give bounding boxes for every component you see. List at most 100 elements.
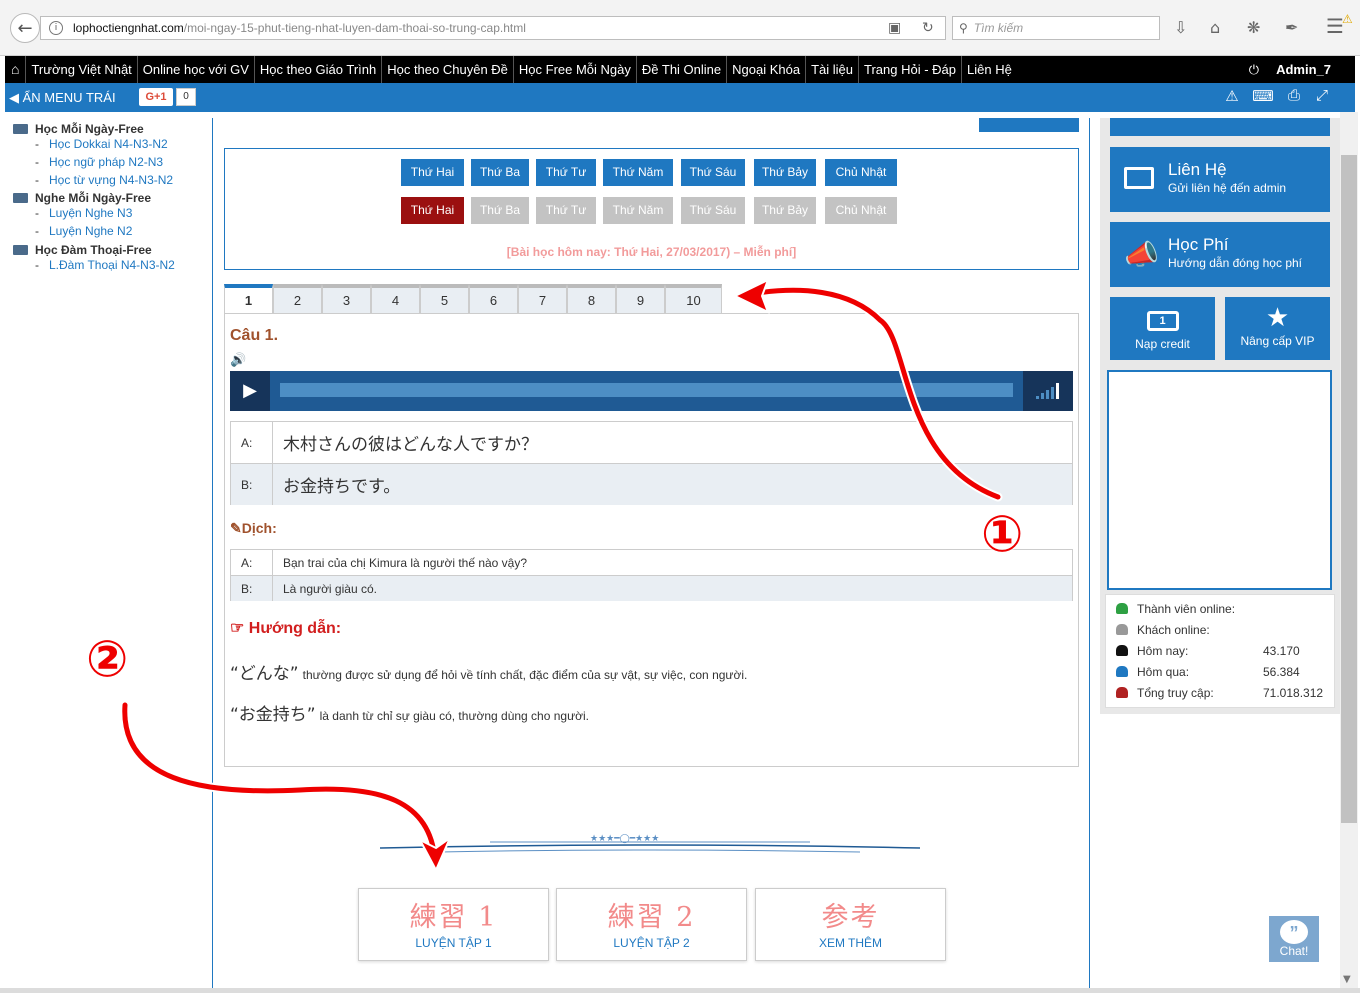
folder-icon <box>13 245 28 255</box>
gplus-count: 0 <box>176 88 196 106</box>
reload-icon[interactable]: ↻ <box>922 20 934 36</box>
tab-2[interactable]: 2 <box>273 284 322 314</box>
speaker-label: B: <box>231 464 273 505</box>
browser-toolbar: ← i lophoctiengnhat.com/moi-ngay-15-phut… <box>0 0 1360 56</box>
audio-progress-bar[interactable] <box>280 383 1013 397</box>
info-icon[interactable]: i <box>49 21 63 35</box>
day-button-row1-1[interactable]: Thứ Hai <box>401 159 464 186</box>
nav-item-de-thi-online[interactable]: Đề Thi Online <box>637 56 728 83</box>
menu-section-hoc-moi-ngay[interactable]: Học Mỗi Ngày-Free <box>13 122 144 136</box>
reference-button[interactable]: 参考 XEM THÊM <box>755 888 946 961</box>
keyboard-icon[interactable]: ⌨ <box>1252 87 1274 107</box>
tab-6[interactable]: 6 <box>469 284 518 314</box>
menu-item-luyen-nghe-n3[interactable]: - Luyện Nghe N3 <box>35 206 132 220</box>
menu-section-hoc-dam-thoai[interactable]: Học Đàm Thoại-Free <box>13 243 152 257</box>
warning-icon[interactable]: ⚠ <box>1221 87 1243 107</box>
day-button-row2-1[interactable]: Thứ Hai <box>401 197 464 224</box>
visitor-stats: Thành viên online: Khách online: Hôm nay… <box>1105 594 1335 708</box>
practice-2-button[interactable]: 練習 2 LUYỆN TẬP 2 <box>556 888 747 961</box>
dialogue-row: A: 木村さんの彼はどんな人ですか？ <box>231 422 1072 464</box>
upgrade-vip-button[interactable]: ★ Nâng cấp VIP <box>1225 297 1330 360</box>
nap-credit-button[interactable]: 1 Nạp credit <box>1110 297 1215 360</box>
edit-icon: ✎ <box>230 520 242 536</box>
nav-item-hoc-theo-chuyen-de[interactable]: Học theo Chuyên Đề <box>382 56 514 83</box>
nav-item-ngoai-khoa[interactable]: Ngoại Khóa <box>727 56 807 83</box>
tuition-button[interactable]: 📣 Học Phí Hướng dẫn đóng học phí <box>1110 222 1330 287</box>
day-button-row1-2[interactable]: Thứ Ba <box>471 159 529 186</box>
tab-8[interactable]: 8 <box>567 284 616 314</box>
day-button-row1-5[interactable]: Thứ Sáu <box>681 159 745 186</box>
eyedropper-icon[interactable]: ✒ <box>1285 18 1298 37</box>
contact-button[interactable]: Liên Hệ Gửi liên hệ đến admin <box>1110 147 1330 212</box>
nav-item-hoc-free-moi-ngay[interactable]: Học Free Mỗi Ngày <box>514 56 637 83</box>
users-icon <box>1116 666 1128 677</box>
tab-3[interactable]: 3 <box>322 284 371 314</box>
nav-item-hoc-theo-giao-trinh[interactable]: Học theo Giáo Trình <box>255 56 383 83</box>
url-text: lophoctiengnhat.com/moi-ngay-15-phut-tie… <box>73 21 526 35</box>
menu-item-dam-thoai[interactable]: - L.Đàm Thoại N4-N3-N2 <box>35 258 175 272</box>
day-button-row1-7[interactable]: Chủ Nhật <box>825 159 897 186</box>
tab-4[interactable]: 4 <box>371 284 420 314</box>
reader-view-icon[interactable]: ▣ <box>888 20 901 36</box>
megaphone-icon: 📣 <box>1124 239 1159 270</box>
hide-menu-button[interactable]: ◀ ẨN MENU TRÁI <box>9 90 116 106</box>
nav-item-truong-viet-nhat[interactable]: Trường Việt Nhật <box>26 56 138 83</box>
bug-icon[interactable]: ❋ <box>1247 18 1260 37</box>
gplus-button[interactable]: G+1 <box>139 88 173 106</box>
back-arrow-icon[interactable]: ← <box>10 13 40 43</box>
caret-left-icon: ◀ <box>9 90 19 105</box>
sidebar-button-partial[interactable] <box>1110 118 1330 136</box>
nav-item-tai-lieu[interactable]: Tài liệu <box>806 56 860 83</box>
speaker-label: A: <box>231 550 273 575</box>
search-input[interactable]: ⚲ Tìm kiếm <box>952 16 1160 40</box>
day-button-row2-4[interactable]: Thứ Năm <box>603 197 673 224</box>
speaker-icon[interactable]: 🔊 <box>230 353 246 368</box>
menu-item-ngu-phap[interactable]: - Học ngữ pháp N2-N3 <box>35 155 163 169</box>
volume-icon[interactable] <box>1023 371 1073 411</box>
tab-7[interactable]: 7 <box>518 284 567 314</box>
tab-9[interactable]: 9 <box>616 284 665 314</box>
chat-button[interactable]: ” Chat! <box>1268 915 1320 963</box>
day-button-row2-2[interactable]: Thứ Ba <box>471 197 529 224</box>
day-button-row1-3[interactable]: Thứ Tư <box>536 159 596 186</box>
fullscreen-icon[interactable]: ⤢ <box>1311 87 1333 107</box>
home-icon[interactable]: ⌂ <box>5 56 27 83</box>
dialogue-text: お金持ちです。 <box>283 477 401 497</box>
dialogue-table: A: 木村さんの彼はどんな人ですか？ B: お金持ちです。 <box>230 421 1073 505</box>
nav-item-lien-he[interactable]: Liên Hệ <box>962 56 1017 83</box>
guide-line: “どんな” thường được sử dụng để hỏi về tính … <box>230 664 748 684</box>
nav-item-online-hoc-voi-gv[interactable]: Online học với GV <box>138 56 255 83</box>
scrollbar-thumb[interactable] <box>1341 155 1357 823</box>
day-button-row2-5[interactable]: Thứ Sáu <box>681 197 745 224</box>
speaker-label: B: <box>231 576 273 601</box>
home-icon[interactable]: ⌂ <box>1210 18 1220 37</box>
stat-total: Tổng truy cập: 71.018.312 <box>1116 686 1323 700</box>
practice-1-button[interactable]: 練習 1 LUYỆN TẬP 1 <box>358 888 549 961</box>
day-button-row2-7[interactable]: Chủ Nhật <box>825 197 897 224</box>
tab-10[interactable]: 10 <box>665 284 722 314</box>
day-button-row2-3[interactable]: Thứ Tư <box>536 197 596 224</box>
power-icon[interactable]: ⏻ <box>1249 56 1259 83</box>
play-icon[interactable]: ▶ <box>230 371 270 411</box>
day-button-row1-6[interactable]: Thứ Bảy <box>754 159 816 186</box>
day-button-row1-4[interactable]: Thứ Năm <box>603 159 673 186</box>
user-name[interactable]: Admin_7 <box>1276 56 1331 83</box>
menu-item-tu-vung[interactable]: - Học từ vựng N4-N3-N2 <box>35 173 173 187</box>
print-icon[interactable]: ⎙ <box>1283 87 1305 107</box>
menu-item-dokkai[interactable]: - Học Dokkai N4-N3-N2 <box>35 137 168 151</box>
star-icon: ★ <box>1265 302 1290 332</box>
menu-section-nghe-moi-ngay[interactable]: Nghe Mỗi Ngày-Free <box>13 191 151 205</box>
tab-5[interactable]: 5 <box>420 284 469 314</box>
folder-icon <box>13 193 28 203</box>
day-button-row2-6[interactable]: Thứ Bảy <box>754 197 816 224</box>
address-bar[interactable]: i lophoctiengnhat.com/moi-ngay-15-phut-t… <box>40 16 946 40</box>
nav-item-trang-hoi-dap[interactable]: Trang Hỏi - Đáp <box>859 56 963 83</box>
translation-row: B: Là người giàu có. <box>231 576 1072 601</box>
download-icon[interactable]: ⇩ <box>1174 18 1187 37</box>
stat-guests-online: Khách online: <box>1116 623 1210 637</box>
tab-1[interactable]: 1 <box>224 284 273 314</box>
user-icon <box>1116 624 1128 635</box>
scroll-down-arrow-icon[interactable]: ▼ <box>1343 974 1351 985</box>
header-button-partial[interactable] <box>979 118 1079 132</box>
menu-item-luyen-nghe-n2[interactable]: - Luyện Nghe N2 <box>35 224 132 238</box>
